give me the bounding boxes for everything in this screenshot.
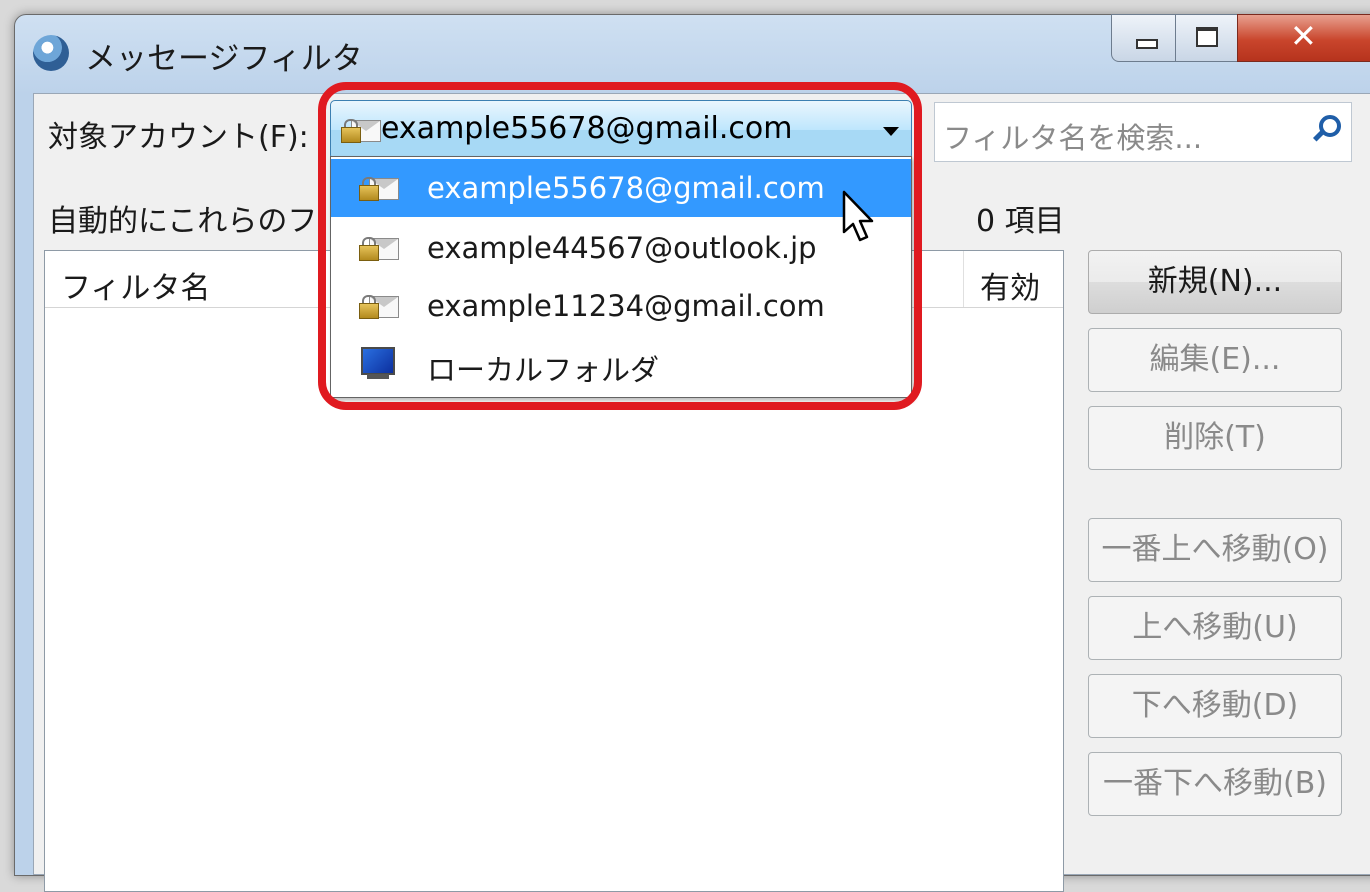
column-header-enabled[interactable]: 有効	[963, 251, 1064, 307]
search-placeholder: フィルタ名を検索...	[943, 121, 1203, 155]
move-top-button[interactable]: 一番上へ移動(O)	[1088, 518, 1342, 582]
red-highlight-annotation	[318, 82, 922, 410]
close-button[interactable]: ✕	[1237, 14, 1370, 62]
move-up-button[interactable]: 上へ移動(U)	[1088, 596, 1342, 660]
edit-filter-button[interactable]: 編集(E)...	[1088, 328, 1342, 392]
window-title: メッセージフィルタ	[85, 41, 363, 77]
mouse-pointer-icon	[840, 190, 880, 246]
column-header-filter-name[interactable]: フィルタ名	[61, 263, 210, 307]
maximize-button[interactable]	[1175, 14, 1239, 62]
search-icon[interactable]	[1315, 115, 1341, 137]
filter-description: 自動的にこれらのフ	[48, 204, 318, 239]
move-bottom-button[interactable]: 一番下へ移動(B)	[1088, 752, 1342, 816]
move-down-button[interactable]: 下へ移動(D)	[1088, 674, 1342, 738]
close-icon: ✕	[1290, 17, 1317, 55]
filter-count: 0 項目	[976, 204, 1065, 239]
delete-filter-button[interactable]: 削除(T)	[1088, 406, 1342, 470]
new-filter-button[interactable]: 新規(N)...	[1088, 250, 1342, 314]
account-label: 対象アカウント(F):	[48, 120, 309, 155]
thunderbird-icon	[33, 35, 69, 71]
minimize-button[interactable]	[1111, 14, 1177, 62]
filter-search-input[interactable]: フィルタ名を検索...	[934, 102, 1352, 162]
